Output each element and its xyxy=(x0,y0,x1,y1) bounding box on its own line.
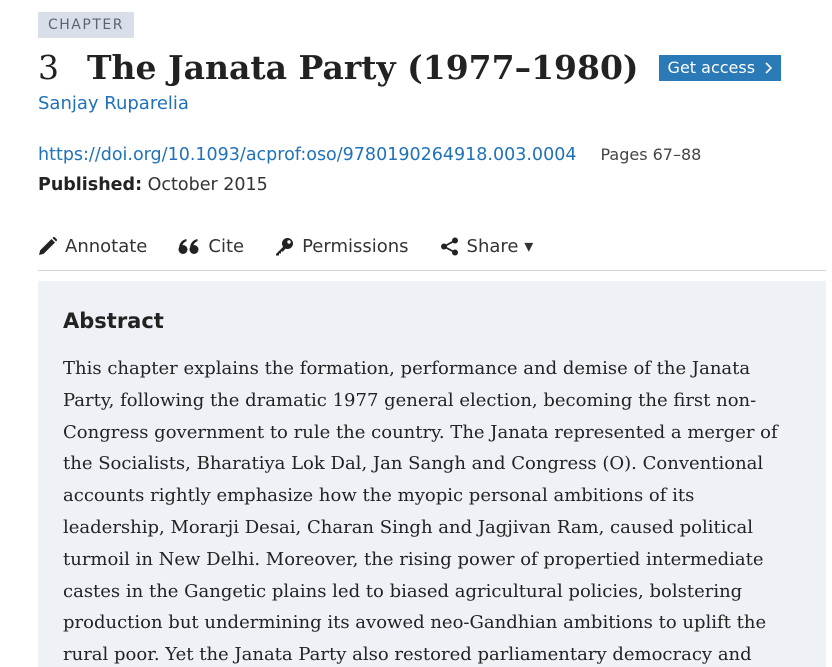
permissions-button[interactable]: Permissions xyxy=(275,235,409,257)
abstract-text: This chapter explains the formation, per… xyxy=(63,358,778,666)
doi-link[interactable]: https://doi.org/10.1093/acprof:oso/97801… xyxy=(38,142,576,168)
chevron-right-icon xyxy=(765,61,773,74)
chapter-title: The Janata Party (1977–1980) xyxy=(87,47,639,87)
cite-button[interactable]: Cite xyxy=(178,236,244,257)
action-toolbar: Annotate Cite Permissions Share ▾ xyxy=(38,232,826,260)
abstract-section: Abstract This chapter explains the forma… xyxy=(38,281,826,667)
share-label: Share ▾ xyxy=(466,235,534,257)
published-label: Published: xyxy=(38,175,143,195)
published-date: Published: October 2015 xyxy=(38,172,826,198)
share-button[interactable]: Share ▾ xyxy=(440,235,534,257)
share-icon xyxy=(440,237,458,255)
key-icon xyxy=(276,237,294,255)
abstract-heading: Abstract xyxy=(63,309,164,333)
chapter-tag: CHAPTER xyxy=(38,12,134,38)
doi-row: https://doi.org/10.1093/acprof:oso/97801… xyxy=(38,142,826,168)
cite-label: Cite xyxy=(208,235,245,257)
author-link[interactable]: Sanjay Ruparelia xyxy=(38,91,826,117)
chapter-header: CHAPTER 3 The Janata Party (1977–1980) G… xyxy=(38,12,826,260)
get-access-button[interactable]: Get access xyxy=(658,55,782,81)
chapter-number: 3 xyxy=(38,47,59,87)
published-value: October 2015 xyxy=(147,175,268,195)
annotate-button[interactable]: Annotate xyxy=(38,236,147,257)
annotate-label: Annotate xyxy=(65,235,148,257)
permissions-label: Permissions xyxy=(302,235,409,257)
title-row: 3 The Janata Party (1977–1980) Get acces… xyxy=(38,45,826,89)
pencil-icon xyxy=(39,236,57,255)
page-range: Pages 67–88 xyxy=(600,145,702,164)
quote-icon xyxy=(178,238,199,254)
toolbar-divider xyxy=(38,270,826,271)
get-access-label: Get access xyxy=(667,58,756,77)
